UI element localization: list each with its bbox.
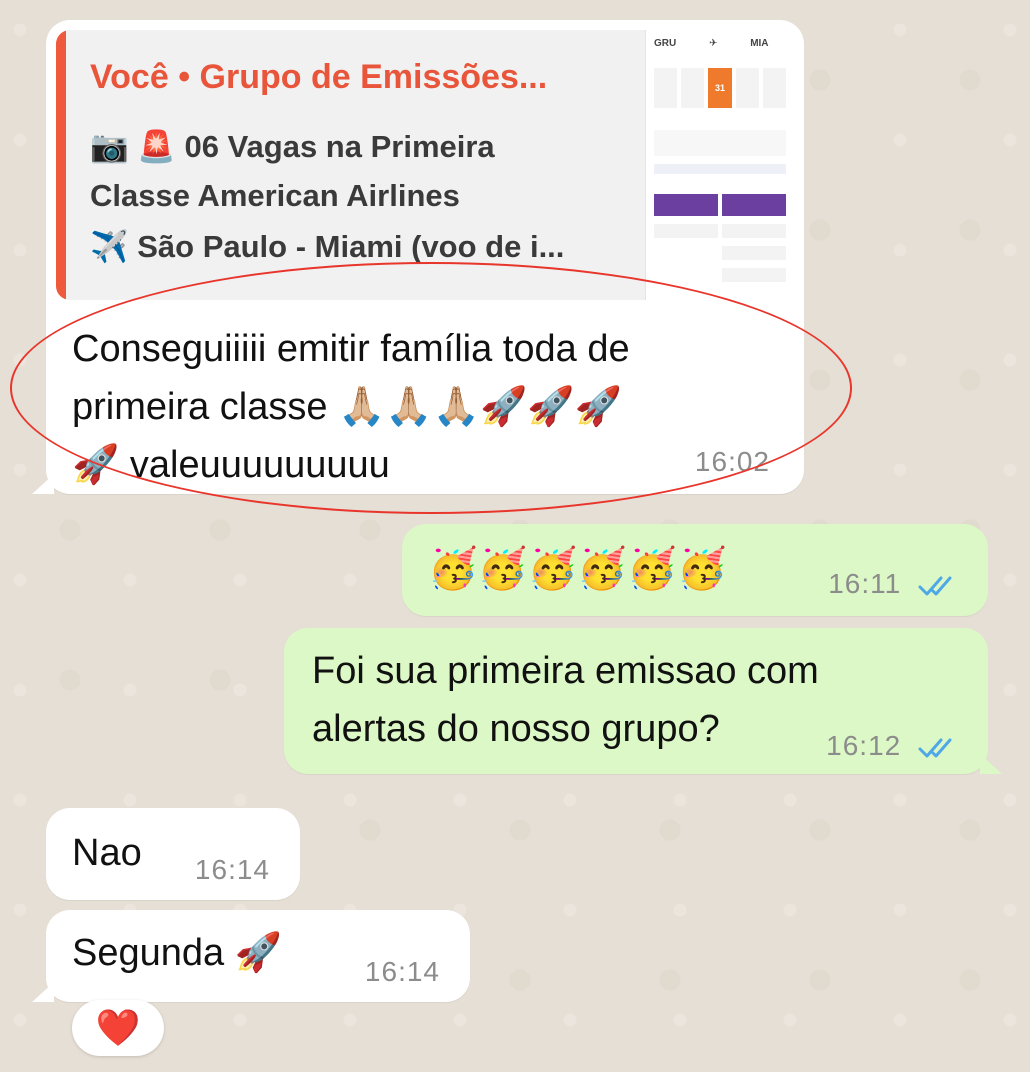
thumb-origin: GRU (654, 38, 677, 49)
camera-icon: 📷 (90, 129, 129, 164)
message-text-line-1: Foi sua primeira emissao com (312, 650, 819, 692)
thumb-fare-cell (722, 246, 786, 260)
outgoing-message-bubble[interactable]: 🥳🥳🥳🥳🥳🥳 16:11 (402, 524, 988, 616)
thumb-destination: MIA (750, 38, 769, 49)
quoted-image-thumbnail[interactable]: GRU ✈ MIA 31 (645, 30, 794, 300)
incoming-message-bubble[interactable]: Você • Grupo de Emissões... 📷 🚨 06 Vagas… (32, 20, 804, 494)
thumb-fare-cell (722, 224, 786, 238)
heart-icon: ❤️ (95, 1007, 141, 1048)
thumb-fare-cell (722, 194, 786, 216)
double-check-icon (918, 738, 952, 758)
thumb-date-strip: 31 (654, 68, 787, 108)
quoted-message[interactable]: Você • Grupo de Emissões... 📷 🚨 06 Vagas… (56, 30, 794, 300)
message-text: 🥳🥳🥳🥳🥳🥳 (428, 547, 727, 591)
message-text-line-3: 🚀 valeuuuuuuuuu (72, 444, 390, 486)
incoming-message-bubble[interactable]: Segunda 🚀 16:14 (32, 910, 470, 1002)
outgoing-message-bubble[interactable]: Foi sua primeira emissao com alertas do … (284, 628, 1002, 774)
thumb-date-cell (735, 68, 759, 108)
quote-accent-bar (56, 30, 66, 300)
message-timestamp: 16:12 (826, 730, 902, 761)
quote-text-1: 06 Vagas na Primeira (184, 129, 495, 164)
message-text-line-1: Conseguiiiii emitir família toda de (72, 328, 630, 370)
message-text: Segunda 🚀 (72, 932, 283, 974)
message-text-line-2: alertas do nosso grupo? (312, 708, 720, 750)
thumb-fare-cell (654, 224, 718, 238)
thumb-fare-cell (722, 268, 786, 282)
incoming-message-bubble[interactable]: Nao 16:14 (46, 808, 300, 900)
thumb-route: GRU ✈ MIA (654, 38, 786, 49)
thumb-fare-row (654, 194, 786, 216)
thumb-selected-date: 31 (708, 68, 732, 108)
message-timestamp-group: 16:12 (826, 730, 958, 762)
message-text-line-2: primeira classe 🙏🏼🙏🏼🙏🏼🚀🚀🚀 (72, 386, 622, 428)
double-check-icon (918, 576, 952, 596)
message-timestamp: 16:02 (694, 446, 770, 477)
airplane-icon: ✈️ (90, 229, 129, 264)
message-timestamp: 16:14 (194, 854, 270, 885)
quote-line-3: ✈️ São Paulo - Miami (voo de i... (90, 228, 564, 265)
message-timestamp: 16:14 (364, 956, 440, 987)
thumb-date-cell (762, 68, 787, 108)
thumb-fare-row (654, 224, 786, 238)
siren-icon: 🚨 (137, 129, 176, 164)
heart-reaction[interactable]: ❤️ (72, 1000, 164, 1056)
quote-sender-title: Você • Grupo de Emissões... (90, 58, 548, 96)
message-text: Nao (72, 832, 142, 874)
quote-line-2: Classe American Airlines (90, 178, 460, 213)
thumb-fare-cell (654, 194, 718, 216)
message-timestamp-group: 16:11 (828, 568, 958, 600)
quote-line-1: 📷 🚨 06 Vagas na Primeira (90, 128, 495, 165)
thumb-date-cell (681, 68, 705, 108)
thumb-flight-row (654, 130, 786, 156)
thumb-plane-icon: ✈ (709, 38, 718, 49)
message-timestamp: 16:11 (828, 568, 902, 599)
thumb-info-row (654, 164, 786, 174)
quote-text-3: São Paulo - Miami (voo de i... (137, 229, 565, 264)
thumb-date-cell (654, 68, 678, 108)
